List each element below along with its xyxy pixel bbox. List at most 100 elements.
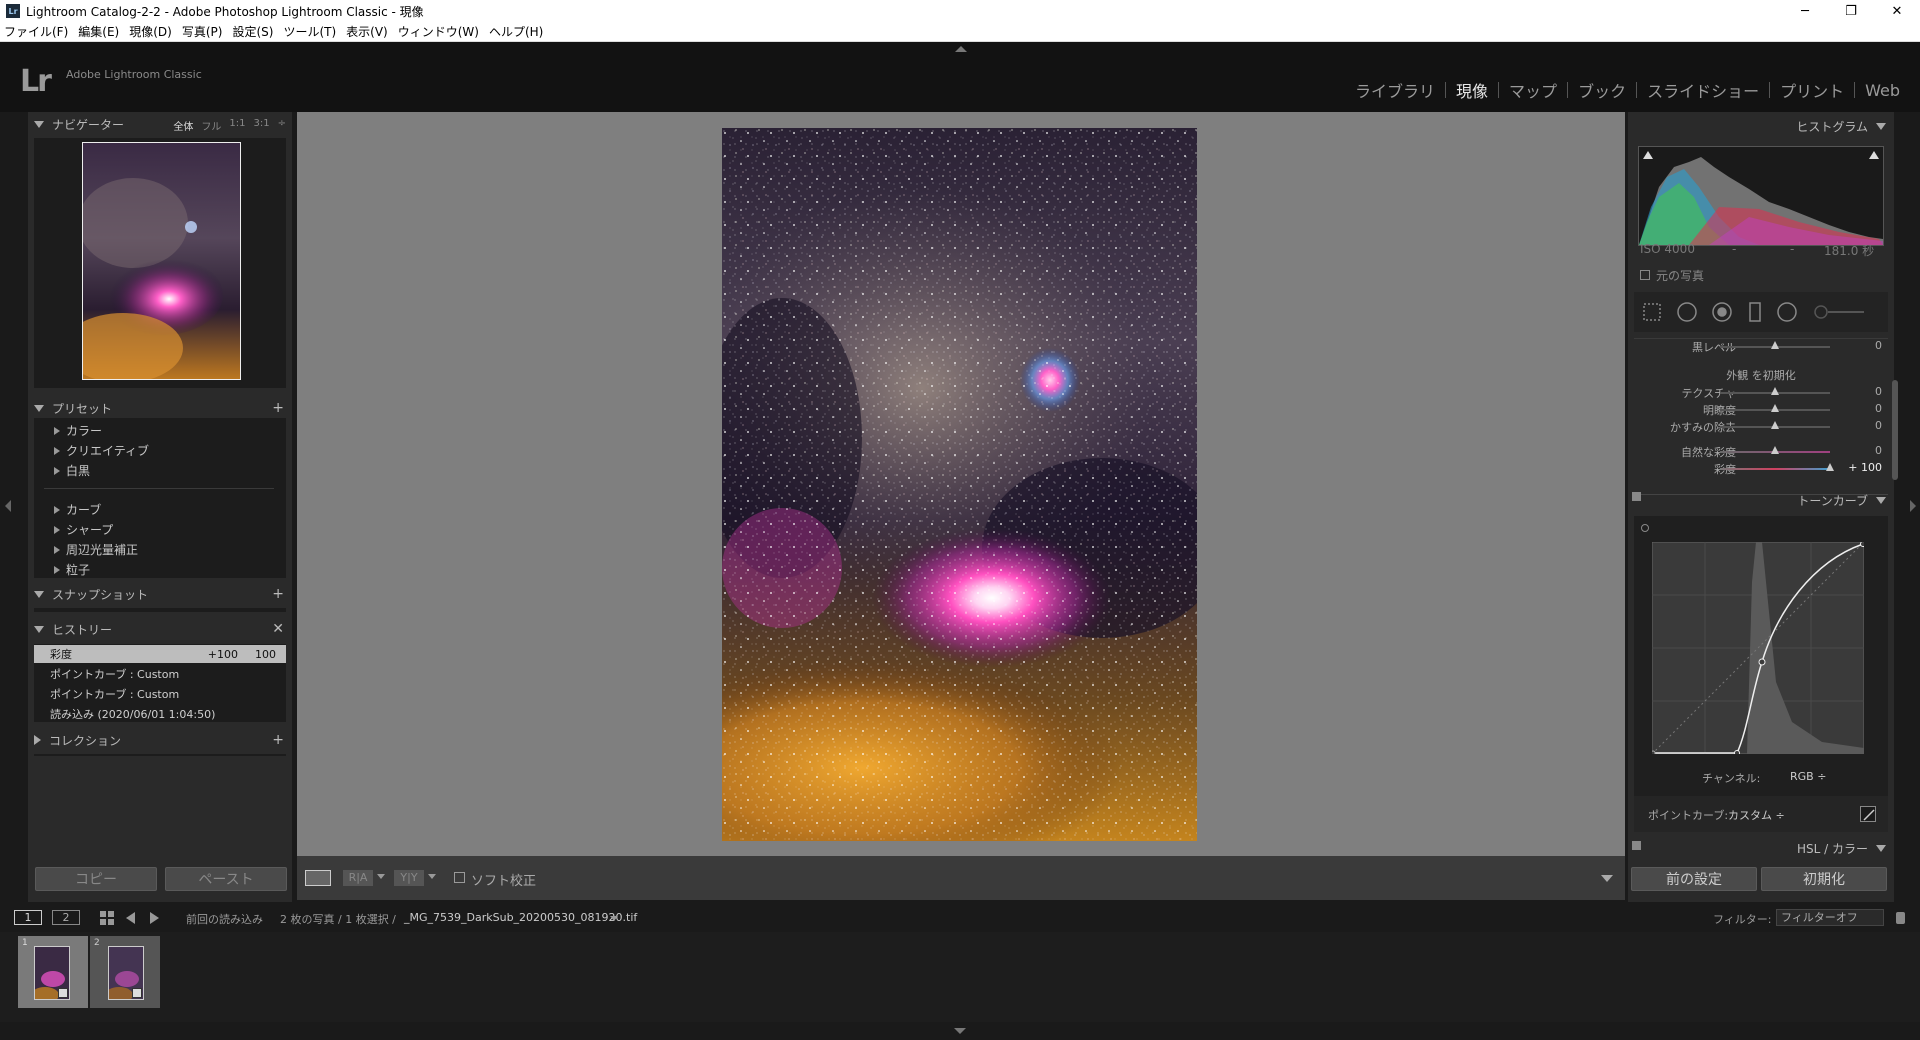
image-canvas[interactable] <box>297 112 1625 856</box>
crop-tool-icon[interactable] <box>1644 298 1660 314</box>
adjust-slider[interactable]: 明瞭度0 <box>1628 402 1894 418</box>
collections-header[interactable]: コレクション + <box>28 728 292 752</box>
histogram-header[interactable]: ヒストグラム <box>1796 118 1886 135</box>
copy-button[interactable]: コピー <box>35 867 157 891</box>
module-print[interactable]: プリント <box>1770 78 1854 102</box>
channel-select[interactable]: RGB ÷ <box>1790 770 1826 783</box>
zoom-1-1[interactable]: 1:1 <box>229 118 245 133</box>
add-collection-icon[interactable]: + <box>272 732 284 748</box>
menu-edit[interactable]: 編集(E) <box>78 23 119 40</box>
history-row[interactable]: ポイントカーブ : Custom <box>34 685 286 703</box>
spot-removal-tool-icon[interactable] <box>1678 298 1696 316</box>
history-row[interactable]: ポイントカーブ : Custom <box>34 665 286 683</box>
menu-window[interactable]: ウィンドウ(W) <box>398 23 479 40</box>
menu-settings[interactable]: 設定(S) <box>232 23 273 40</box>
add-snapshot-icon[interactable]: + <box>272 586 284 602</box>
histogram-graph[interactable] <box>1638 146 1884 246</box>
module-develop[interactable]: 現像 <box>1446 78 1498 102</box>
module-map[interactable]: マップ <box>1499 78 1567 102</box>
tonecurve-graph[interactable] <box>1650 541 1866 756</box>
history-row[interactable]: 読み込み (2020/06/01 1:04:50) <box>34 705 286 723</box>
preset-folder-bw[interactable]: 白黒 <box>54 462 90 479</box>
bottom-panel-toggle-icon[interactable] <box>954 1028 966 1034</box>
soft-proof-checkbox[interactable] <box>454 872 465 883</box>
slider-value[interactable]: + 100 <box>1848 461 1882 474</box>
top-panel-toggle-icon[interactable] <box>955 46 967 52</box>
menu-file[interactable]: ファイル(F) <box>4 23 68 40</box>
reset-button[interactable]: 初期化 <box>1761 867 1887 891</box>
menu-tools[interactable]: ツール(T) <box>283 23 336 40</box>
preset-folder-vignette[interactable]: 周辺光量補正 <box>54 541 138 558</box>
right-panel-scrollbar[interactable] <box>1892 380 1898 480</box>
filmstrip-filename[interactable]: _MG_7539_DarkSub_20200530_081920.tif <box>404 911 637 924</box>
snapshots-header[interactable]: スナップショット + <box>28 582 292 606</box>
adjust-slider[interactable]: テクスチャ 0 <box>1628 385 1894 401</box>
slider-value[interactable]: 0 <box>1875 402 1882 415</box>
zoom-stepper-icon[interactable]: ÷ <box>278 118 286 133</box>
slider-value[interactable]: 0 <box>1875 419 1882 432</box>
presence-reset[interactable]: 外観 を初期化 <box>1628 367 1894 383</box>
slider-knob[interactable] <box>1826 463 1834 471</box>
hsl-header[interactable]: HSL / カラー <box>1628 840 1886 857</box>
highlight-clipping-icon[interactable] <box>1869 151 1879 159</box>
filmstrip-source[interactable]: 前回の読み込み <box>186 911 263 927</box>
filter-lock-icon[interactable] <box>1896 912 1905 924</box>
edit-point-curve-icon[interactable] <box>1860 806 1876 822</box>
presets-header[interactable]: プリセット + <box>28 396 292 420</box>
shadow-clipping-icon[interactable] <box>1643 151 1653 159</box>
main-window-button[interactable]: 1 <box>14 910 42 925</box>
radial-filter-icon[interactable] <box>1781 298 1799 316</box>
close-button[interactable]: ✕ <box>1874 0 1920 22</box>
grid-view-icon[interactable] <box>100 911 114 925</box>
preset-folder-sharpen[interactable]: シャープ <box>54 521 113 538</box>
menu-help[interactable]: ヘルプ(H) <box>489 23 543 40</box>
graduated-filter-icon[interactable] <box>1750 298 1764 316</box>
slider-knob[interactable] <box>1771 404 1779 412</box>
right-panel-toggle-icon[interactable] <box>1910 500 1916 512</box>
dropdown-arrow-icon[interactable] <box>377 874 385 879</box>
main-photo[interactable] <box>722 128 1197 841</box>
slider-track[interactable] <box>1720 468 1830 470</box>
filmstrip-thumbnail[interactable]: 2 <box>90 936 160 1008</box>
adjust-slider[interactable]: かすみの除去 0 <box>1628 419 1894 435</box>
filter-select[interactable]: フィルターオフ <box>1776 909 1884 926</box>
slider-knob[interactable] <box>1771 387 1779 395</box>
module-slideshow[interactable]: スライドショー <box>1637 78 1769 102</box>
secondary-window-button[interactable]: 2 <box>52 910 80 925</box>
pointcurve-select[interactable]: カスタム ÷ <box>1728 807 1785 823</box>
zoom-3-1[interactable]: 3:1 <box>254 118 270 133</box>
filename-dropdown-icon[interactable] <box>610 916 618 921</box>
preset-folder-color[interactable]: カラー <box>54 422 102 439</box>
left-panel-toggle-icon[interactable] <box>5 500 11 512</box>
filmstrip-thumbnail[interactable]: 1 <box>18 936 88 1008</box>
module-book[interactable]: ブック <box>1568 78 1636 102</box>
preset-folder-grain[interactable]: 粒子 <box>54 561 90 578</box>
before-after-yy-button[interactable]: Y|Y <box>394 870 424 886</box>
slider-knob[interactable] <box>1771 341 1779 349</box>
slider-value[interactable]: 0 <box>1875 385 1882 398</box>
navigator-header[interactable]: ナビゲーター 全体 フル 1:1 3:1 ÷ <box>28 112 292 136</box>
module-library[interactable]: ライブラリ <box>1345 78 1445 102</box>
navigator-thumbnail[interactable] <box>82 142 241 380</box>
slider-knob[interactable] <box>1771 421 1779 429</box>
dropdown-arrow-icon[interactable] <box>428 874 436 879</box>
loupe-view-icon[interactable] <box>305 870 331 886</box>
tonecurve-header[interactable]: トーンカーブ <box>1628 492 1886 509</box>
before-after-ra-button[interactable]: R|A <box>343 870 373 886</box>
forward-arrow-icon[interactable] <box>150 912 159 924</box>
red-eye-tool-icon[interactable] <box>1713 298 1731 316</box>
zoom-fill[interactable]: フル <box>201 118 221 133</box>
adjustment-brush-icon[interactable] <box>1816 298 1860 316</box>
history-row[interactable]: 彩度 +100 100 <box>34 645 286 663</box>
slider-value[interactable]: 0 <box>1875 339 1882 352</box>
previous-settings-button[interactable]: 前の設定 <box>1631 867 1757 891</box>
add-preset-icon[interactable]: + <box>272 400 284 416</box>
adjust-slider[interactable]: 自然な彩度 0 <box>1628 444 1894 460</box>
targeted-adjust-icon[interactable] <box>1641 524 1649 532</box>
zoom-fit[interactable]: 全体 <box>173 118 193 133</box>
menu-develop[interactable]: 現像(D) <box>129 23 172 40</box>
original-photo-checkbox[interactable] <box>1640 270 1650 280</box>
paste-button[interactable]: ペースト <box>165 867 287 891</box>
slider-value[interactable]: 0 <box>1875 444 1882 457</box>
slider-knob[interactable] <box>1771 446 1779 454</box>
